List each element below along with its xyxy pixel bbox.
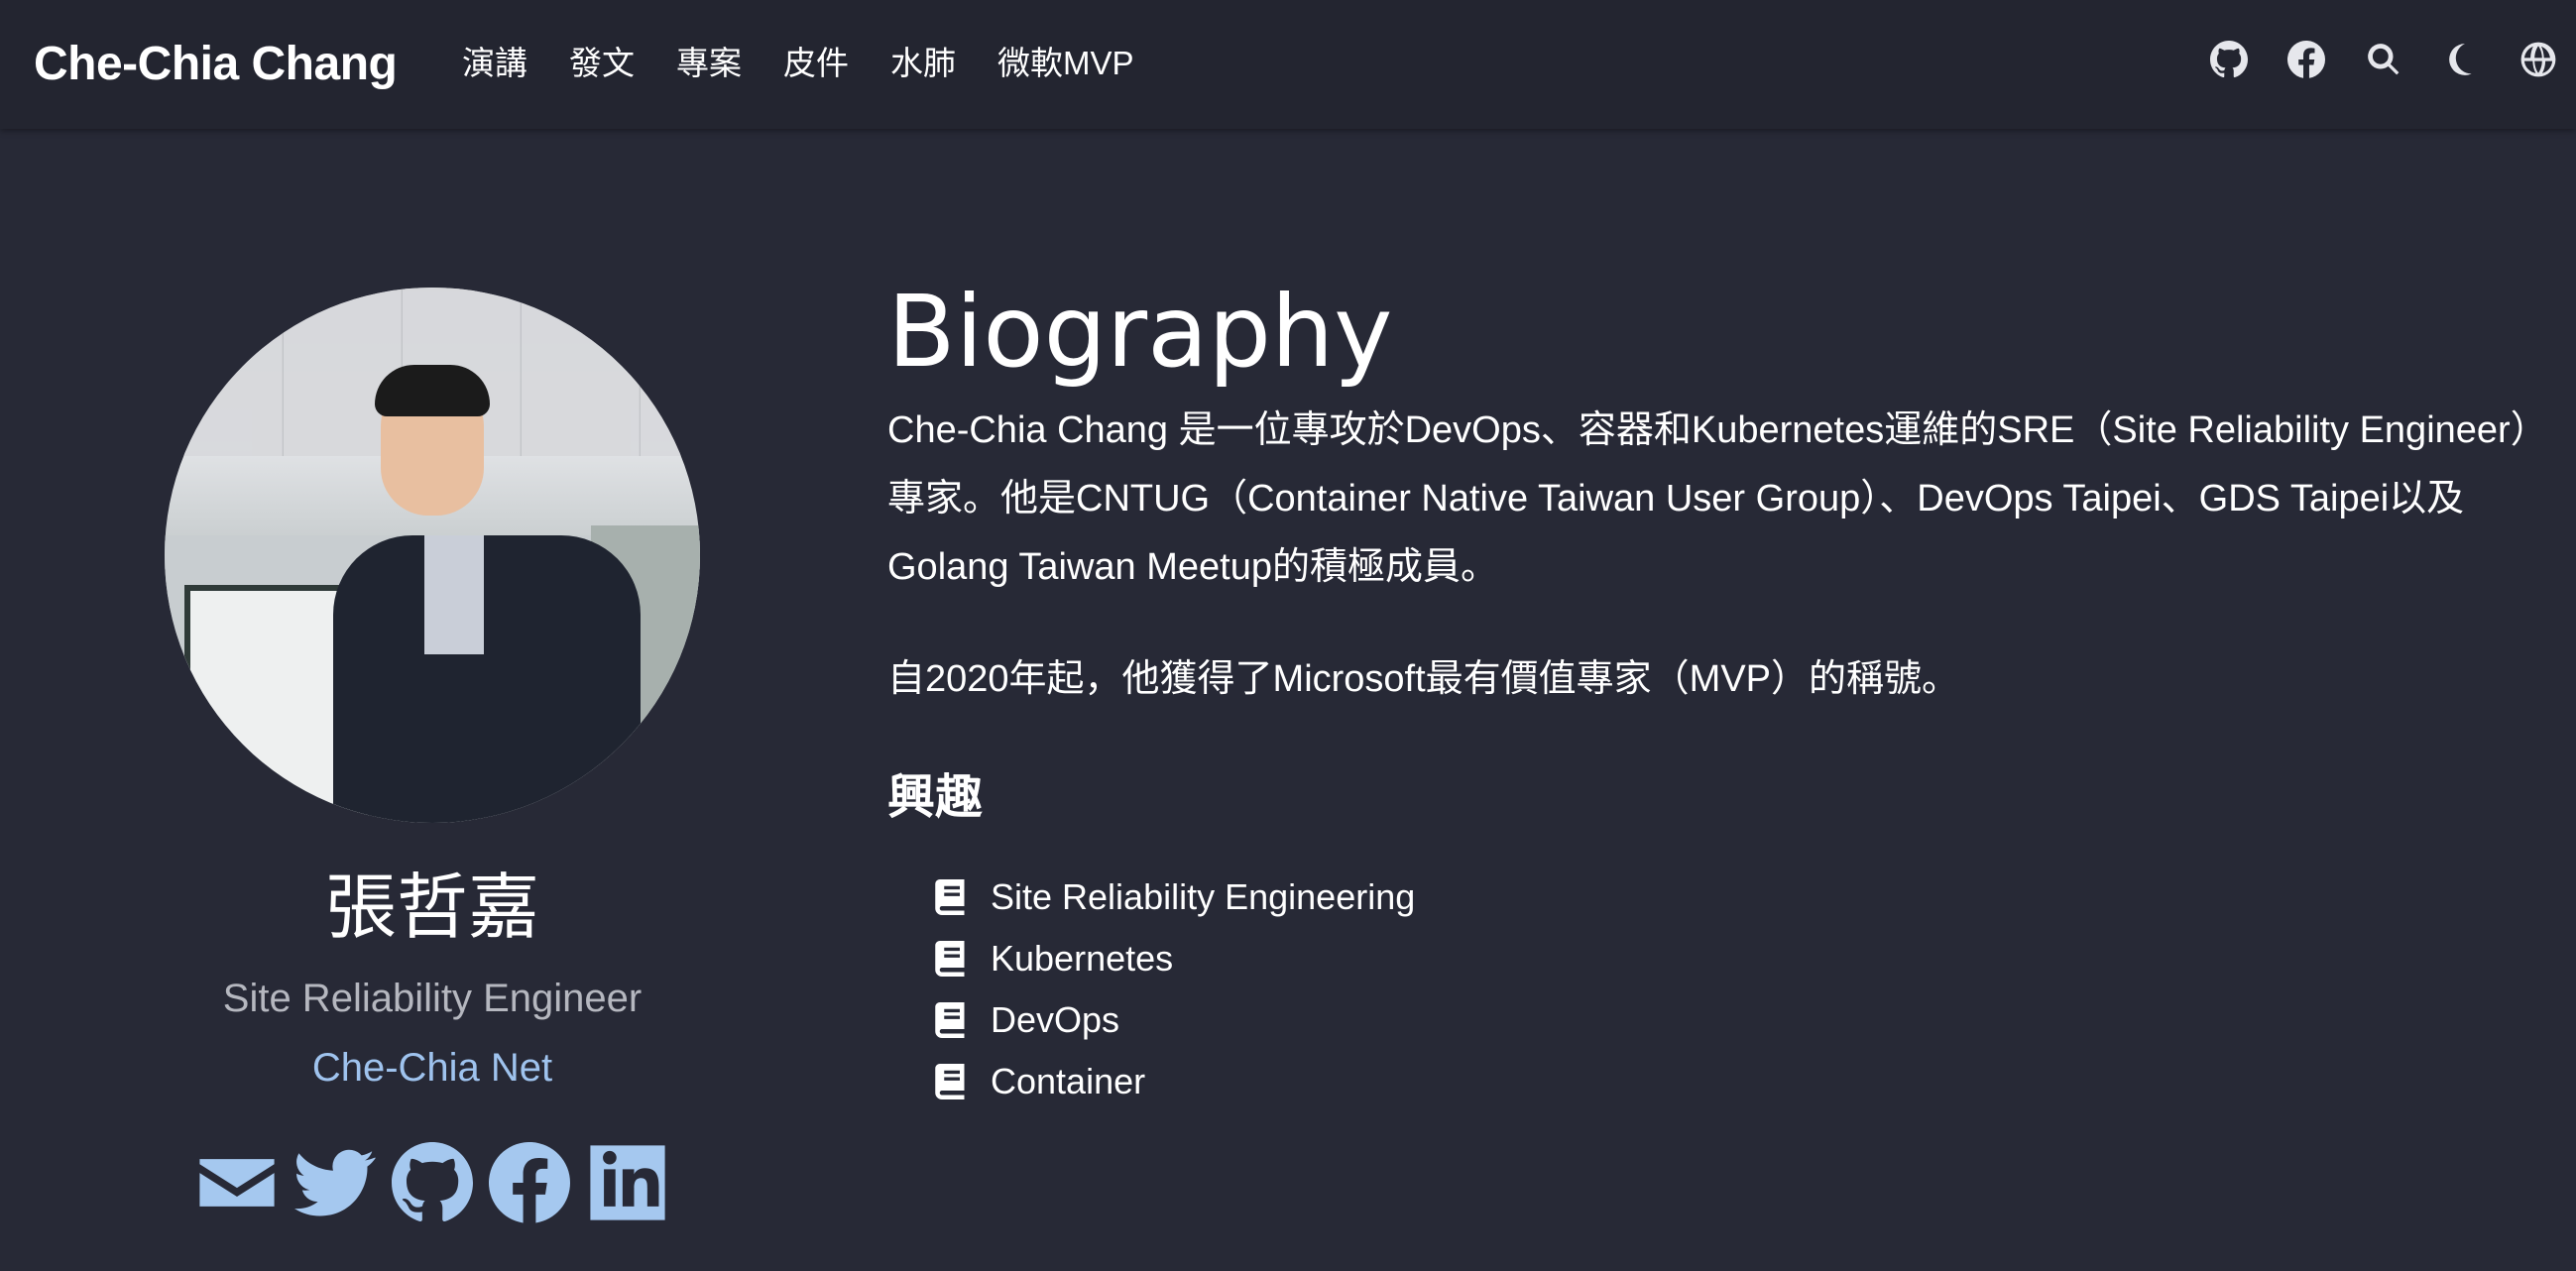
globe-icon[interactable] bbox=[2518, 40, 2558, 79]
facebook-icon[interactable] bbox=[2286, 40, 2326, 79]
book-icon bbox=[935, 879, 965, 915]
social-links bbox=[188, 1140, 676, 1225]
github-icon[interactable] bbox=[2209, 40, 2249, 79]
twitter-icon[interactable] bbox=[293, 1140, 376, 1225]
avatar bbox=[165, 288, 700, 823]
nav-link-talks[interactable]: 演講 bbox=[462, 38, 527, 89]
interest-label: Kubernetes bbox=[991, 938, 1174, 979]
profile-organization-link[interactable]: Che-Chia Net bbox=[159, 1041, 706, 1095]
envelope-icon[interactable] bbox=[196, 1140, 278, 1225]
profile-name: 張哲嘉 bbox=[324, 866, 539, 949]
nav-link-projects[interactable]: 專案 bbox=[676, 38, 742, 89]
interest-label: DevOps bbox=[991, 999, 1120, 1040]
interest-label: Site Reliability Engineering bbox=[991, 876, 1416, 917]
list-item: Container bbox=[935, 1051, 2543, 1112]
linkedin-icon[interactable] bbox=[587, 1140, 668, 1225]
github-icon[interactable] bbox=[392, 1140, 473, 1225]
interests-heading: 興趣 bbox=[887, 771, 984, 824]
nav-link-leather[interactable]: 皮件 bbox=[783, 38, 849, 89]
nav-link-posts[interactable]: 發文 bbox=[569, 38, 635, 89]
search-icon[interactable] bbox=[2364, 40, 2403, 79]
facebook-icon[interactable] bbox=[489, 1140, 571, 1225]
interests-list: Site Reliability Engineering Kubernetes … bbox=[935, 867, 2543, 1112]
list-item: Kubernetes bbox=[935, 928, 2543, 989]
top-navbar: Che-Chia Chang 演講 發文 專案 皮件 水肺 微軟MVP bbox=[0, 0, 2576, 129]
site-brand[interactable]: Che-Chia Chang bbox=[34, 30, 398, 99]
biography-paragraph-2: 自2020年起，他獲得了Microsoft最有價值專家（MVP）的稱號。 bbox=[887, 658, 1960, 700]
nav-icons bbox=[2171, 40, 2558, 79]
interest-label: Container bbox=[991, 1061, 1146, 1101]
nav-link-scuba[interactable]: 水肺 bbox=[890, 38, 956, 89]
book-icon bbox=[935, 941, 965, 977]
biography-paragraph-1: Che-Chia Chang 是一位專攻於DevOps、容器和Kubernete… bbox=[887, 409, 2529, 588]
book-icon bbox=[935, 1064, 965, 1099]
biography-section: Biography Che-Chia Chang 是一位專攻於DevOps、容器… bbox=[887, 268, 2543, 1112]
list-item: DevOps bbox=[935, 989, 2543, 1051]
moon-icon[interactable] bbox=[2441, 40, 2481, 79]
book-icon bbox=[935, 1002, 965, 1038]
biography-title: Biography bbox=[887, 274, 1393, 390]
nav-link-mvp[interactable]: 微軟MVP bbox=[997, 38, 1134, 89]
list-item: Site Reliability Engineering bbox=[935, 867, 2543, 928]
nav-links: 演講 發文 專案 皮件 水肺 微軟MVP bbox=[462, 38, 1176, 89]
profile-role: Site Reliability Engineer bbox=[222, 977, 643, 1020]
